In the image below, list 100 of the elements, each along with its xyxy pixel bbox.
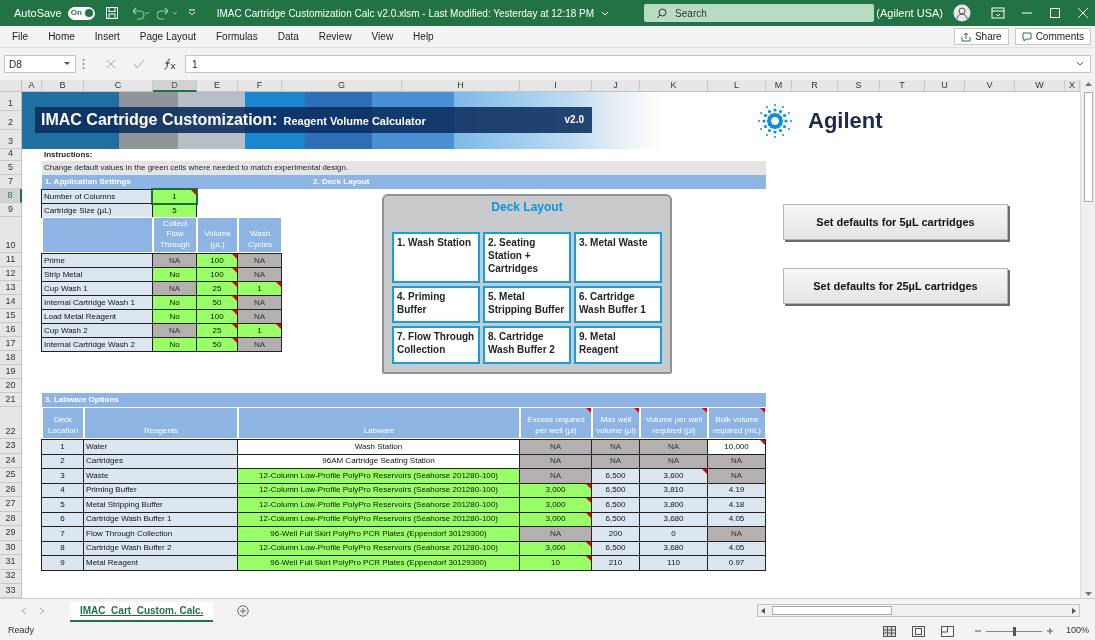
column-header[interactable]: D [153, 80, 197, 92]
row-header[interactable]: 27 [0, 497, 22, 512]
input-cell[interactable]: 1 [152, 189, 197, 204]
row-header[interactable]: 4 [0, 149, 22, 161]
horizontal-scrollbar[interactable] [757, 604, 1080, 617]
row-header[interactable]: 19 [0, 365, 22, 379]
column-header[interactable]: C [84, 80, 153, 92]
add-sheet-icon[interactable] [237, 604, 250, 617]
row-header[interactable]: 17 [0, 337, 22, 351]
column-header[interactable]: G [282, 80, 402, 92]
column-header[interactable]: X [1065, 80, 1080, 92]
customize-caret-icon[interactable] [186, 8, 197, 18]
row-header[interactable]: 25 [0, 468, 22, 483]
menu-tab[interactable]: View [363, 29, 402, 44]
menu-tab[interactable]: File [4, 29, 37, 44]
menu-tab[interactable]: Insert [86, 29, 128, 44]
row-header[interactable]: 14 [0, 295, 22, 309]
row-header[interactable]: 12 [0, 267, 22, 281]
share-button[interactable]: Share [953, 28, 1009, 45]
menu-tab[interactable]: Home [40, 29, 83, 44]
page-break-icon[interactable] [940, 625, 954, 637]
row-header[interactable]: 9 [0, 203, 22, 217]
previous-sheet-icon[interactable] [20, 606, 28, 615]
column-header[interactable]: I [520, 80, 592, 92]
input-cell[interactable]: 96-Well Full Skirt PolyPro PCR Plates (Eppendorf 30129300) [237, 555, 520, 571]
avatar-icon[interactable] [953, 4, 971, 22]
column-header[interactable]: R [792, 80, 838, 92]
row-header[interactable]: 23 [0, 439, 22, 454]
menu-tab[interactable]: Data [269, 29, 307, 44]
zoom-level[interactable]: 100% [1065, 624, 1089, 638]
column-header[interactable]: S [838, 80, 880, 92]
menu-tab[interactable]: Page Layout [131, 29, 204, 44]
input-cell[interactable]: 96-Well Full Skirt PolyPro PCR Plates (Eppendorf 30129300) [237, 526, 520, 542]
row-header[interactable]: 16 [0, 323, 22, 337]
name-box[interactable]: D8 [4, 55, 76, 73]
row-header[interactable]: 22 [0, 407, 22, 439]
column-header[interactable]: W [1015, 80, 1065, 92]
menu-tab[interactable]: Help [405, 29, 442, 44]
row-header[interactable]: 29 [0, 526, 22, 541]
column-header[interactable]: T [880, 80, 925, 92]
row-header[interactable]: 15 [0, 309, 22, 323]
scroll-right-icon[interactable] [1071, 606, 1077, 615]
ribbon-display-icon[interactable] [991, 7, 1005, 19]
row-header[interactable]: 31 [0, 555, 22, 570]
function-icon[interactable] [163, 58, 177, 70]
defaults-button[interactable]: Set defaults for 25µL cartridges [783, 268, 1008, 304]
account-name[interactable]: (Agilent USA) [876, 4, 943, 22]
save-icon[interactable] [104, 6, 119, 20]
zoom-in-icon[interactable] [1045, 627, 1054, 635]
row-header[interactable]: 8 [0, 189, 22, 203]
row-header[interactable]: 1 [0, 92, 22, 111]
column-header[interactable]: B [42, 80, 84, 92]
column-header[interactable]: K [640, 80, 708, 92]
input-cell[interactable]: 3,000 [519, 497, 592, 513]
menu-tab[interactable]: Review [310, 29, 360, 44]
column-header[interactable]: A [22, 80, 42, 92]
maximize-icon[interactable] [1049, 7, 1061, 19]
column-header[interactable]: U [925, 80, 965, 92]
normal-view-icon[interactable] [882, 625, 896, 637]
comments-button[interactable]: Comments [1014, 28, 1091, 45]
input-cell[interactable]: 50 [196, 337, 238, 352]
row-header[interactable]: 7 [0, 175, 22, 189]
zoom-out-icon[interactable] [973, 627, 982, 635]
row-header[interactable]: 21 [0, 393, 22, 407]
sheet-tab[interactable]: IMAC_Cart_Custom. Calc. [70, 601, 214, 620]
next-sheet-icon[interactable] [38, 606, 46, 615]
close-icon[interactable] [1077, 7, 1089, 19]
slider-thumb[interactable] [1012, 626, 1016, 636]
row-header[interactable]: 2 [0, 111, 22, 130]
enter-check-icon[interactable] [133, 58, 145, 70]
column-header[interactable]: M [766, 80, 792, 92]
cancel-icon[interactable] [105, 58, 117, 70]
autosave-toggle[interactable]: On [67, 6, 95, 20]
formula-field[interactable]: 1 [185, 55, 1091, 73]
input-cell[interactable]: 10 [519, 555, 592, 571]
scroll-thumb[interactable] [1083, 92, 1093, 202]
defaults-button[interactable]: Set defaults for 5µL cartridges [783, 204, 1008, 240]
column-header[interactable]: H [402, 80, 520, 92]
redo-icon[interactable] [156, 6, 179, 20]
column-header[interactable]: E [197, 80, 238, 92]
row-header[interactable]: 18 [0, 351, 22, 365]
search-field[interactable]: Search [644, 4, 875, 22]
scroll-left-icon[interactable] [760, 606, 766, 615]
column-header[interactable]: J [592, 80, 640, 92]
column-header[interactable]: F [238, 80, 282, 92]
vertical-scrollbar[interactable] [1080, 80, 1095, 598]
row-header[interactable]: 3 [0, 130, 22, 149]
column-header[interactable]: L [708, 80, 766, 92]
column-header[interactable]: V [965, 80, 1015, 92]
input-cell[interactable]: 12-Column Low-Profile PolyPro Reservoirs (Seahorse 201280-100) [237, 497, 520, 513]
menu-tab[interactable]: Formulas [208, 29, 266, 44]
row-header[interactable]: 13 [0, 281, 22, 295]
page-layout-icon[interactable] [911, 625, 925, 637]
row-header[interactable]: 11 [0, 253, 22, 267]
input-cell[interactable]: 12-Column Low-Profile PolyPro Reservoirs (Seahorse 201280-100) [237, 468, 520, 484]
input-cell[interactable]: No [152, 337, 197, 352]
row-header[interactable]: 20 [0, 379, 22, 393]
row-header[interactable]: 5 [0, 161, 22, 175]
row-header[interactable]: 10 [0, 217, 22, 253]
scroll-thumb[interactable] [772, 606, 892, 615]
